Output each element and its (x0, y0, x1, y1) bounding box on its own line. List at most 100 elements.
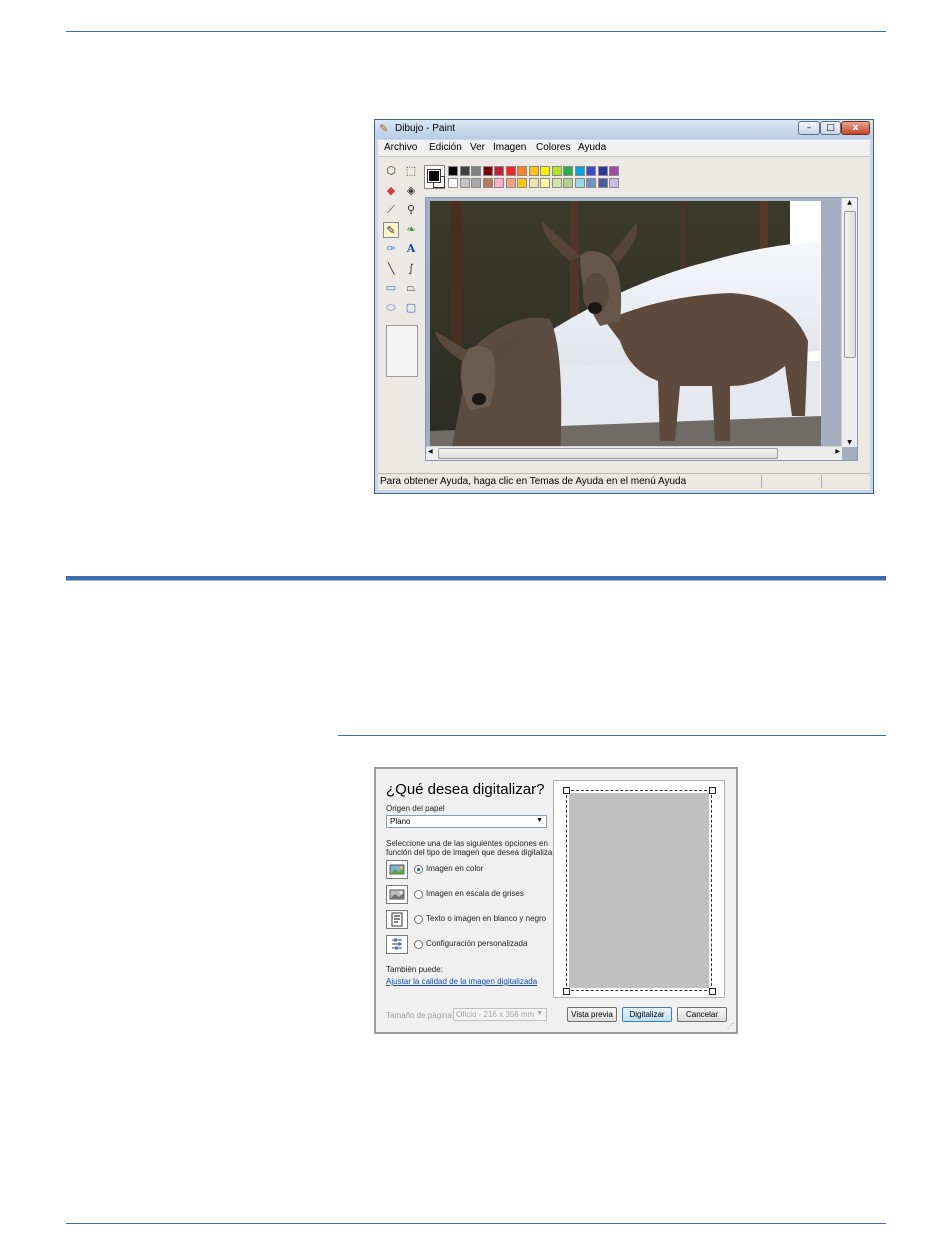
paper-source-dropdown[interactable]: Plano ▼ (386, 815, 547, 828)
radio-color[interactable] (414, 865, 423, 874)
line-icon[interactable]: ╲ (383, 261, 399, 277)
option-grayscale[interactable]: Imagen en escala de grises (386, 885, 556, 905)
palette-swatch[interactable] (482, 178, 493, 188)
curve-icon[interactable]: ∫ (403, 261, 419, 277)
airbrush-icon[interactable]: ✑ (383, 241, 399, 257)
magnifier-icon[interactable]: ⚲ (403, 202, 419, 218)
eraser-icon[interactable]: ◆ (383, 183, 399, 199)
minimize-button[interactable]: – (798, 121, 820, 135)
palette-swatch[interactable] (471, 178, 481, 188)
palette-swatch[interactable] (448, 166, 458, 176)
radio-custom[interactable] (414, 940, 423, 949)
menu-imagen[interactable]: Imagen (493, 142, 526, 153)
palette-swatch[interactable] (574, 166, 585, 176)
horizontal-scrollbar[interactable]: ◀ ▶ (426, 446, 842, 460)
palette-swatch[interactable] (597, 178, 608, 188)
palette-swatch[interactable] (563, 178, 573, 188)
preview-button[interactable]: Vista previa (567, 1007, 617, 1022)
palette-swatch[interactable] (482, 166, 493, 176)
palette-swatch[interactable] (551, 178, 562, 188)
option-bw-text-label: Texto o imagen en blanco y negro (426, 914, 547, 923)
title-bar[interactable]: ✎ Dibujo - Paint – □ x (375, 120, 873, 139)
rounded-rect-icon[interactable]: ▢ (403, 300, 419, 316)
tool-options-box[interactable] (386, 325, 418, 377)
ellipse-icon[interactable]: ⬭ (383, 300, 399, 316)
palette-swatch[interactable] (517, 166, 527, 176)
page-size-dropdown[interactable]: Oficio - 216 x 356 mm ▼ (453, 1008, 547, 1021)
close-button[interactable]: x (841, 121, 870, 135)
paint-app-icon: ✎ (379, 122, 389, 135)
maximize-button[interactable]: □ (820, 121, 841, 135)
palette-swatch[interactable] (494, 178, 504, 188)
brush-icon[interactable]: ❧ (403, 222, 419, 238)
fill-bucket-icon[interactable]: ◈ (403, 183, 419, 199)
palette-swatch[interactable] (540, 166, 550, 176)
free-select-icon[interactable]: ⬡ (383, 163, 399, 179)
palette-swatch[interactable] (597, 166, 608, 176)
window-title: Dibujo - Paint (395, 123, 456, 134)
menu-bar: Archivo Edición Ver Imagen Colores Ayuda (378, 140, 870, 157)
status-divider (821, 475, 822, 488)
scroll-left-icon[interactable]: ◀ (428, 448, 433, 455)
menu-edicion[interactable]: Edición (429, 142, 462, 153)
palette-swatch[interactable] (609, 166, 619, 176)
foreground-color-swatch[interactable] (427, 169, 441, 183)
option-custom[interactable]: Configuración personalizada (386, 935, 556, 955)
color-image-icon[interactable] (386, 860, 408, 879)
palette-swatch[interactable] (505, 166, 516, 176)
palette-swatch[interactable] (471, 166, 481, 176)
bw-text-icon[interactable] (386, 910, 408, 929)
palette-swatch[interactable] (528, 166, 539, 176)
resize-handle-top-left[interactable] (563, 787, 570, 794)
palette-swatch[interactable] (586, 178, 596, 188)
option-color[interactable]: Imagen en color (386, 860, 556, 880)
adjust-quality-link[interactable]: Ajustar la calidad de la imagen digitali… (386, 977, 537, 986)
current-colors[interactable] (424, 165, 445, 189)
vertical-scrollbar[interactable]: ▲ ▼ (841, 198, 857, 447)
palette-swatch[interactable] (517, 178, 527, 188)
menu-ayuda[interactable]: Ayuda (578, 142, 606, 153)
palette-swatch[interactable] (586, 166, 596, 176)
palette-swatch[interactable] (459, 166, 470, 176)
scroll-up-icon[interactable]: ▲ (842, 199, 857, 206)
radio-bw-text[interactable] (414, 915, 423, 924)
rect-select-icon[interactable]: ⬚ (403, 163, 419, 179)
menu-colores[interactable]: Colores (536, 142, 570, 153)
radio-grayscale[interactable] (414, 890, 423, 899)
palette-swatch[interactable] (551, 166, 562, 176)
color-picker-icon[interactable]: ⟋ (383, 202, 399, 218)
bottom-rule (66, 1223, 886, 1224)
rectangle-icon[interactable]: ▭ (383, 280, 399, 296)
cancel-button[interactable]: Cancelar (677, 1007, 727, 1022)
horizontal-scroll-thumb[interactable] (438, 448, 778, 459)
palette-swatch[interactable] (609, 178, 619, 188)
menu-ver[interactable]: Ver (470, 142, 485, 153)
custom-settings-icon[interactable] (386, 935, 408, 954)
palette-swatch[interactable] (448, 178, 458, 188)
menu-archivo[interactable]: Archivo (384, 142, 417, 153)
grayscale-image-icon[interactable] (386, 885, 408, 904)
scan-preview-pane (553, 780, 725, 998)
palette-swatch[interactable] (563, 166, 573, 176)
canvas-image[interactable] (430, 201, 821, 458)
polygon-icon[interactable]: ⏢ (403, 280, 419, 296)
vertical-scroll-thumb[interactable] (844, 211, 856, 358)
resize-handle-top-right[interactable] (709, 787, 716, 794)
resize-handle-bottom-right[interactable] (709, 988, 716, 995)
palette-swatch[interactable] (574, 178, 585, 188)
palette-swatch[interactable] (459, 178, 470, 188)
section-rule (66, 576, 886, 581)
resize-handle-bottom-left[interactable] (563, 988, 570, 995)
pencil-icon[interactable]: ✎ (383, 221, 399, 238)
palette-swatch[interactable] (505, 178, 516, 188)
scroll-down-icon[interactable]: ▼ (842, 439, 857, 446)
text-icon[interactable]: A (403, 241, 419, 257)
scroll-right-icon[interactable]: ▶ (835, 448, 840, 455)
scan-button[interactable]: Digitalizar (622, 1007, 672, 1022)
scan-area-selection[interactable] (566, 790, 712, 991)
palette-swatch[interactable] (494, 166, 504, 176)
palette-swatch[interactable] (540, 178, 550, 188)
option-bw-text[interactable]: Texto o imagen en blanco y negro (386, 910, 556, 930)
resize-grip-icon[interactable]: ⋰ (727, 1022, 734, 1030)
palette-swatch[interactable] (528, 178, 539, 188)
